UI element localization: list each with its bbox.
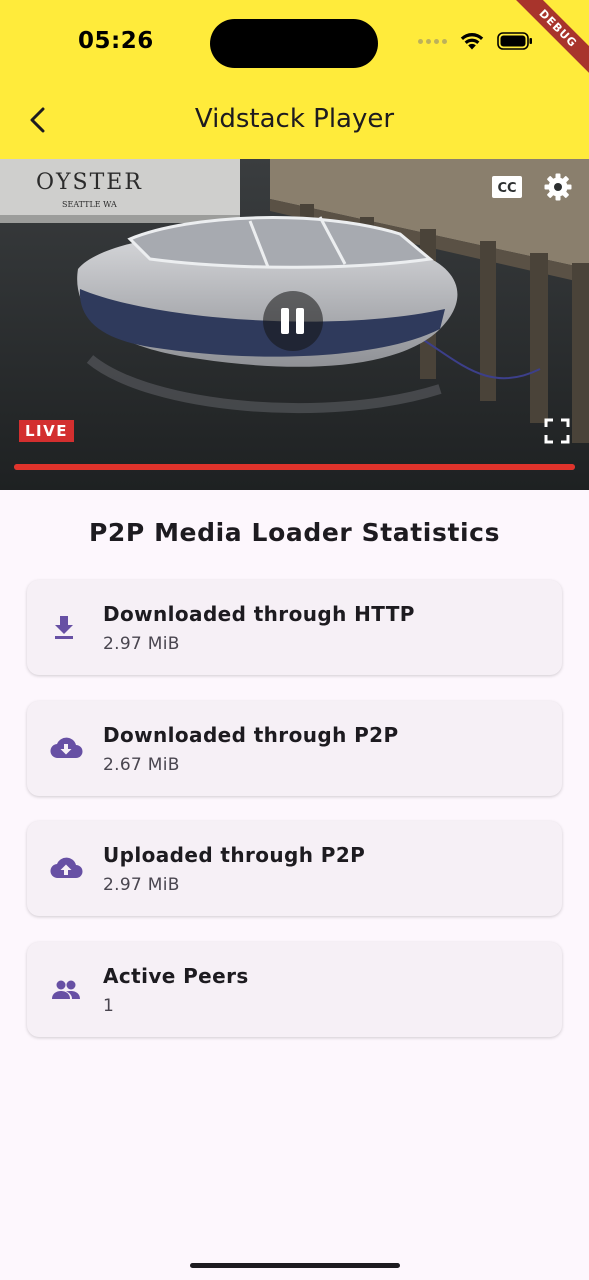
stat-value: 2.97 MiB — [103, 875, 180, 895]
cloud-download-icon — [49, 733, 83, 763]
svg-text:OYSTER: OYSTER — [36, 170, 143, 195]
app-header: 05:26 DEBUG Vidstack Player — [0, 0, 589, 159]
battery-icon — [497, 32, 533, 50]
wifi-icon — [459, 31, 485, 51]
cc-icon: CC — [492, 176, 522, 198]
page-title: Vidstack Player — [194, 104, 395, 134]
stat-value: 2.97 MiB — [103, 634, 180, 654]
stat-value: 1 — [103, 996, 115, 1016]
video-player[interactable]: OYSTER SEATTLE WA CC LIVE — [0, 159, 589, 490]
status-indicators — [418, 31, 533, 51]
dynamic-island — [210, 19, 378, 68]
download-icon — [49, 612, 79, 642]
stat-value: 2.67 MiB — [103, 755, 180, 775]
captions-button[interactable]: CC — [491, 175, 523, 199]
fullscreen-button[interactable] — [544, 418, 570, 444]
stat-card-p2p-download: Downloaded through P2P 2.67 MiB — [27, 701, 562, 796]
settings-button[interactable] — [543, 172, 573, 202]
progress-bar[interactable] — [14, 464, 575, 470]
svg-text:SEATTLE WA: SEATTLE WA — [62, 200, 117, 209]
stat-card-http: Downloaded through HTTP 2.97 MiB — [27, 580, 562, 675]
status-time: 05:26 — [78, 28, 154, 54]
pause-icon — [281, 308, 289, 334]
live-badge: LIVE — [19, 420, 74, 442]
home-indicator — [190, 1263, 400, 1268]
stat-label: Uploaded through P2P — [103, 843, 366, 867]
progress-fill — [14, 464, 575, 470]
stat-label: Downloaded through HTTP — [103, 602, 415, 626]
stat-label: Downloaded through P2P — [103, 723, 399, 747]
settings-icon — [544, 173, 572, 201]
cloud-upload-icon — [49, 853, 83, 883]
stat-card-p2p-upload: Uploaded through P2P 2.97 MiB — [27, 821, 562, 916]
pause-button[interactable] — [263, 291, 323, 351]
stat-card-peers: Active Peers 1 — [27, 942, 562, 1037]
cellular-signal-icon — [418, 38, 447, 44]
svg-text:CC: CC — [497, 181, 516, 196]
stats-title: P2P Media Loader Statistics — [88, 518, 501, 547]
fullscreen-icon — [544, 418, 570, 444]
people-icon — [49, 974, 80, 1004]
stat-label: Active Peers — [103, 964, 249, 988]
